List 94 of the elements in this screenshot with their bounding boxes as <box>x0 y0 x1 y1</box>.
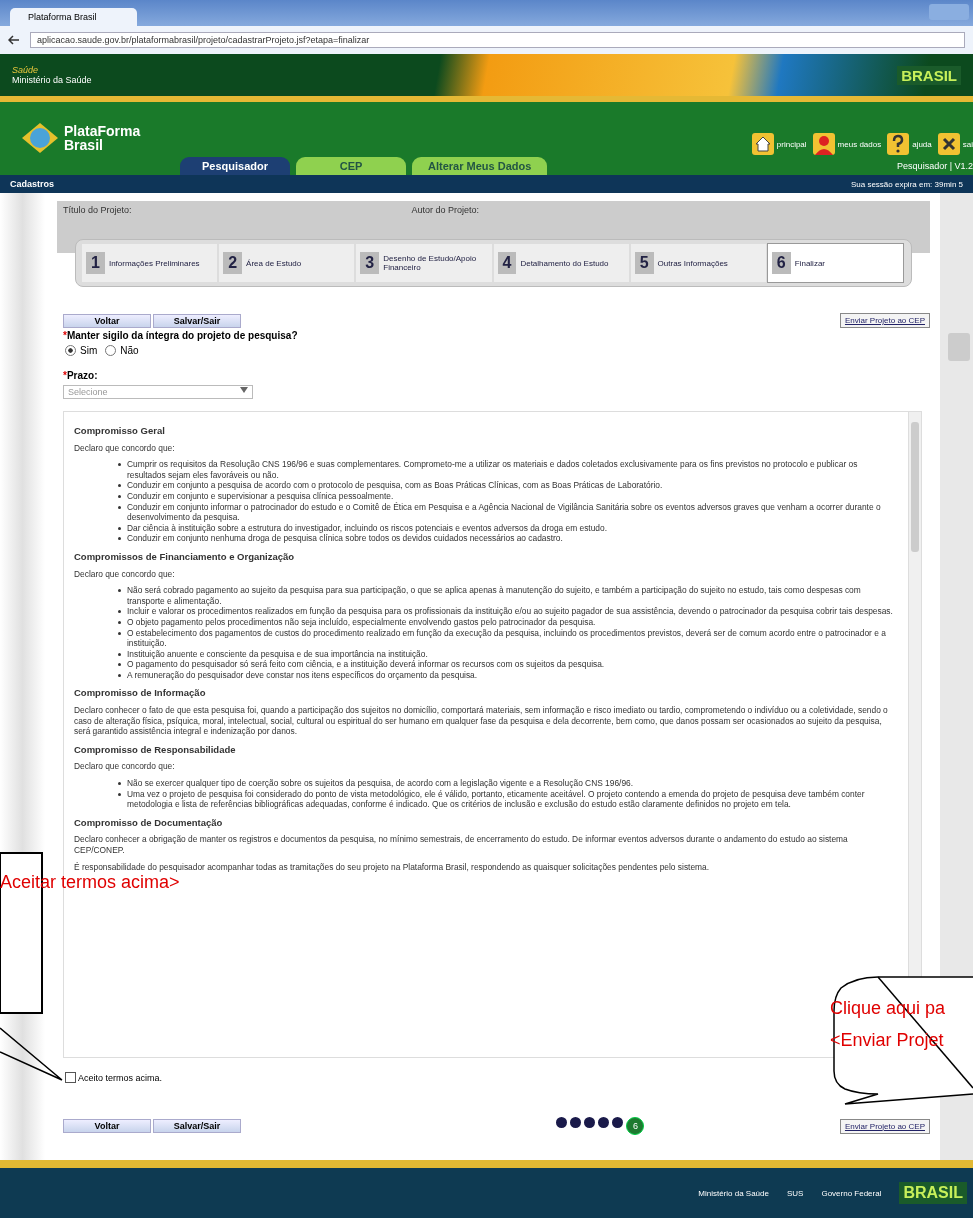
radio-label[interactable]: Não <box>120 345 139 356</box>
bullet-icon <box>118 463 121 467</box>
terms-intro: Declaro que concordo que: <box>74 761 176 773</box>
bullet-icon <box>118 494 121 498</box>
bullet-icon <box>118 610 121 614</box>
terms-intro: Declaro que concordo que: <box>74 442 176 454</box>
field-label: Título do Projeto: <box>63 205 132 217</box>
terms-item: O objeto pagamento pelos procedimentos não seja incluído, especialmente envolvendo gastos pelo patrocinador da pesquisa. <box>127 616 596 628</box>
bullet-icon <box>118 663 121 667</box>
caret-icon <box>240 387 248 393</box>
required-mark: * <box>63 370 67 381</box>
footer-logo: Ministério da Saúde <box>698 1188 769 1198</box>
bullet-icon <box>118 537 121 541</box>
bullet-icon <box>118 673 121 677</box>
close-icon[interactable] <box>937 133 960 155</box>
radio-button[interactable] <box>65 345 76 356</box>
terms-item: Conduzir em conjunto nenhuma droga de pesquisa clínica sobre todos os devidos cuidados necessários ao cadastro. <box>127 533 563 544</box>
field-label: Prazo: <box>66 370 98 381</box>
menu-item[interactable]: Cadastros <box>10 179 54 189</box>
section-heading: Compromisso de Documentação <box>74 817 224 829</box>
terms-item: Instituição anuente e consciente da pesquisa e de sua importância na instituição. <box>127 648 428 660</box>
header-tab[interactable]: CEP <box>296 157 406 175</box>
terms-item: O estabelecimento dos pagamentos de custos do procedimento realizado em função da execução da pesquisa, incluindo os procedimentos previstos, deverá ser de comum acordo entre o patrocinador e a instituição. <box>127 627 887 649</box>
terms-item: Não se exercer qualquer tipo de coerção sobre os sujeitos da pesquisa, de acordo com a legislação vigente e a Resolução CNS 196/96. <box>127 778 634 789</box>
bullet-icon <box>118 589 121 593</box>
browser-tab[interactable]: Plataforma Brasil <box>10 8 137 26</box>
bullet-icon <box>118 792 121 796</box>
bullet-icon <box>118 484 121 488</box>
header-link[interactable]: ajuda <box>912 139 932 149</box>
step-tab[interactable]: 1 Informações Preliminares <box>82 244 218 282</box>
bullet-icon <box>118 526 121 530</box>
user-role: Pesquisador | V1.2 <box>897 161 973 171</box>
terms-paragraph: É responsabilidade do pesquisador acompanhar todas as tramitações do seu projeto na Plataforma Brasil, respondendo as quaisquer solicitações pendentes pelo sistema. <box>74 861 711 873</box>
form-button[interactable]: Voltar <box>63 1119 151 1133</box>
terms-item: Uma vez o projeto de pesquisa foi considerado do ponto de vista metodológico, ele é válido, portanto, eticamente aceitável. O projeto contendo a emenda do projeto de pesquisa deve também conter metodologia e lista de referências bibliográficas adequadas, conforme é indicado. Que os critérios de inclusão e exclusão do estudo estão claramente definidos no projeto em tela. <box>127 788 866 810</box>
required-mark: * <box>63 330 67 341</box>
checkbox-label[interactable]: Aceito termos acima. <box>78 1072 163 1083</box>
terms-item: O pagamento do pesquisador só será feito com ciência, e a instituição deverá informar os recursos com os sujeitos da pesquisa. <box>127 659 605 670</box>
send-button[interactable]: Enviar Projeto ao CEP <box>839 1118 930 1134</box>
section-heading: Compromisso de Informação <box>74 688 207 700</box>
header-tab[interactable]: Alterar Meus Dados <box>412 157 548 175</box>
section-heading: Compromisso Geral <box>74 426 166 437</box>
progress-dot: 6 <box>626 1117 645 1135</box>
footer-logo: Governo Federal <box>821 1188 882 1198</box>
address-bar[interactable]: aplicacao.saude.gov.br/plataformabrasil/projeto/cadastrarProjeto.jsf?etapa=finalizar <box>30 32 965 48</box>
terms-intro: Declaro que concordo que: <box>74 568 176 580</box>
header-link[interactable]: meus dados <box>837 139 882 149</box>
radio-button[interactable] <box>105 345 117 356</box>
form-button[interactable]: Salvar/Sair <box>153 1119 241 1133</box>
logo-text: PlataForma <box>64 124 141 138</box>
step-tab[interactable]: 2 Área de Estudo <box>219 244 355 282</box>
section-heading: Compromisso de Responsabilidade <box>74 744 237 756</box>
home-icon[interactable] <box>751 133 774 155</box>
globe-logo-icon <box>20 121 60 155</box>
terms-paragraph: Declaro conhecer a obrigação de manter os registros e documentos da pesquisa, no mínimo semestrais, de encerramento do estudo. De informar eventos adversos durante o andamento do estudo ao sistema CEP/CONEP. <box>74 834 849 856</box>
step-tab[interactable]: 5 Outras Informações <box>630 244 766 282</box>
header-link[interactable]: sai <box>962 139 973 149</box>
footer-logo: SUS <box>786 1188 804 1198</box>
form-button[interactable]: Voltar <box>63 313 151 328</box>
session-timer: Sua sessão expira em: 39min 5 <box>850 179 963 189</box>
accept-checkbox[interactable] <box>65 1072 76 1083</box>
form-button[interactable]: Salvar/Sair <box>153 313 241 328</box>
terms-item: Conduzir em conjunto e supervisionar a pesquisa clínica pessoalmente. <box>127 490 394 502</box>
field-label: Autor do Projeto: <box>411 205 480 217</box>
bullet-icon <box>118 782 121 786</box>
brand-logo: BRASIL <box>897 65 961 85</box>
help-icon[interactable] <box>887 133 910 155</box>
ministry-label: Saúde <box>12 65 40 75</box>
header-link[interactable]: principal <box>776 139 807 149</box>
terms-item: Dar ciência à instituição sobre a estrutura do investigador, incluindo os riscos potenciais e eventos adversos da droga em estudo. <box>127 522 607 534</box>
terms-item: Conduzir em conjunto informar o patrocinador do estudo e o Comitê de Ética em Pesquisa e a Agência Nacional de Vigilância Sanitária sobre os eventos adversos graves que venham a ocorrer durante o desenvolvimento da pesquisa. <box>127 501 882 523</box>
step-tab[interactable]: 4 Detalhamento do Estudo <box>493 244 629 282</box>
terms-paragraph: Declaro conhecer o fato de que esta pesquisa foi, quando a participação dos sujeitos no domicílio, comportará materiais, sem informação e risco imediato ou tardio, comprometendo o indivíduo ou a coletividade, sendo o caso de alteração física, psíquica, moral, intelectual, social, cultural ou espiritual do ser humano em qualquer fase da pesquisa e dela decorrente, bem como, que danos possam ser ocasionados ao sujeito da pesquisa, será garantido assistência integral e indenização por danos. <box>74 705 889 737</box>
step-tab[interactable]: 6 Finalizar <box>767 244 904 282</box>
bullet-icon <box>118 631 121 635</box>
back-icon[interactable] <box>8 35 20 45</box>
terms-item: Conduzir em conjunto a pesquisa de acordo com o protocolo de pesquisa, com as Boas Práticas Clínicas, com as Boas Práticas de Laboratório. <box>127 480 663 491</box>
header-tab[interactable]: Pesquisador <box>180 157 290 175</box>
send-button[interactable]: Enviar Projeto ao CEP <box>839 313 930 328</box>
bullet-icon <box>118 620 121 624</box>
bullet-icon <box>118 652 121 656</box>
terms-item: Não será cobrado pagamento ao sujeito da pesquisa para sua participação, o que se aplica apenas à manutenção do sujeito, e também a participação do sujeito no estudo, tais como despesas com transporte e alimentação. <box>127 585 862 607</box>
section-heading: Compromissos de Financiamento e Organização <box>74 551 296 563</box>
person-icon[interactable] <box>812 133 835 155</box>
question-label: Manter sigilo da íntegra do projeto de pesquisa? <box>66 330 298 341</box>
radio-label[interactable]: Sim <box>80 345 98 356</box>
terms-item: Cumprir os requisitos da Resolução CNS 196/96 e suas complementares. Comprometo-me a utilizar os materiais e dados coletados exclusivamente para os fins previstos no protocolo e publicar os resultados sejam eles favoráveis ou não. <box>127 459 859 481</box>
logo-text: Brasil <box>64 138 104 152</box>
brand-logo: BRASIL <box>899 1182 967 1204</box>
ministry-name: Ministério da Saúde <box>12 75 92 85</box>
terms-item: A remuneração do pesquisador deve constar nos itens específicos do orçamento da pesquisa. <box>127 669 478 681</box>
terms-item: Incluir e valorar os procedimentos realizados em função da pesquisa para os profissionais da instituição e/ou ao sujeito pagador de sua assistência, devendo o patrocinador da pesquisa cobrir tais despesas. <box>127 606 893 617</box>
bullet-icon <box>118 505 121 509</box>
step-tab[interactable]: 3 Desenho de Estudo/Apoio Financeiro <box>356 244 492 282</box>
